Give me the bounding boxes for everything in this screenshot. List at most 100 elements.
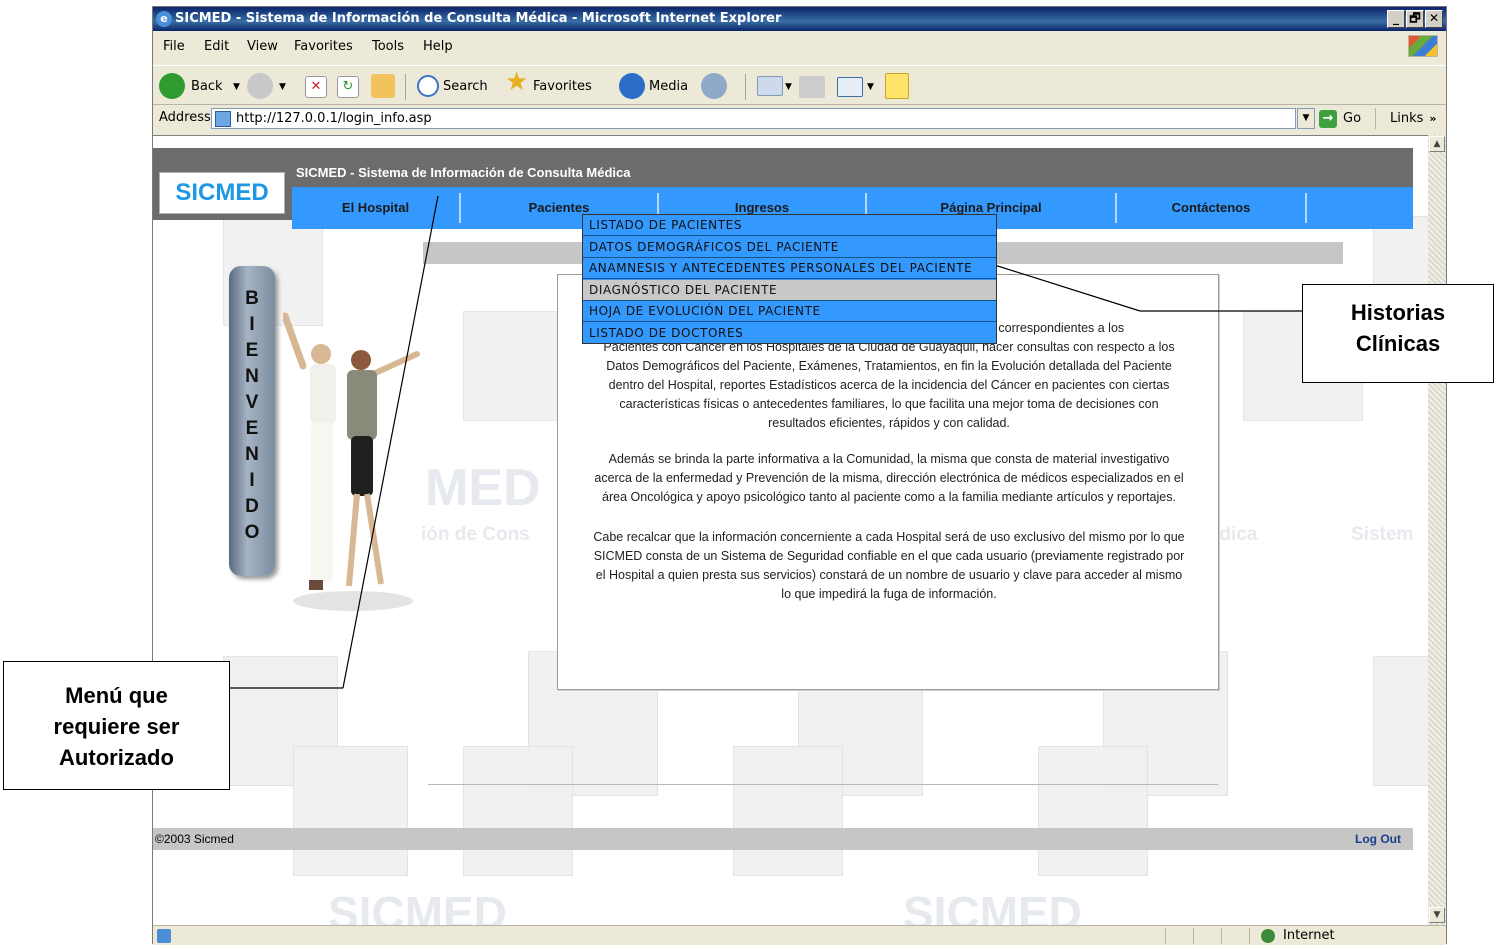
menu-autorizado-callout: Menú que requiere ser Autorizado (3, 661, 230, 790)
favorites-star-icon[interactable]: ★ (505, 69, 528, 95)
background-photo (733, 746, 843, 876)
edit-icon[interactable] (837, 77, 863, 97)
address-label: Address (159, 110, 211, 125)
go-button[interactable]: → Go (1319, 108, 1369, 129)
print-icon[interactable] (799, 76, 825, 98)
minimize-button[interactable]: _ (1387, 10, 1405, 28)
text-line: Cabe recalcar que la información concern… (593, 530, 1185, 544)
menu-item-diagnostico[interactable]: DIAGNÓSTICO DEL PACIENTE (583, 279, 996, 301)
welcome-letter: V (245, 392, 259, 413)
security-paragraph: Cabe recalcar que la información concern… (558, 528, 1220, 604)
back-arrow-icon[interactable] (159, 73, 185, 99)
background-photo (293, 746, 408, 876)
toolbar-separator (405, 74, 406, 100)
historias-clinicas-callout: Historias Clínicas (1302, 284, 1494, 383)
welcome-letter: O (244, 522, 260, 543)
forward-arrow-icon[interactable] (247, 73, 273, 99)
globe-icon (1261, 929, 1275, 943)
text-line: características físicas o antecedentes f… (619, 397, 1159, 411)
forward-dropdown-icon[interactable]: ▼ (279, 76, 286, 98)
site-header: SICMED - Sistema de Información de Consu… (153, 148, 1413, 229)
background-photo (463, 746, 573, 876)
background-photo (1373, 656, 1428, 786)
page-footer: ©2003 Sicmed Log Out (153, 828, 1413, 850)
page-status-icon (157, 929, 171, 943)
back-dropdown-icon[interactable]: ▼ (233, 76, 240, 98)
stop-icon[interactable]: ✕ (305, 76, 327, 98)
page-viewport: MED ión de Cons Médica Sistem SICMED SIC… (153, 135, 1428, 925)
text-line: el Hospital a quien presta sus servicios… (595, 568, 1183, 582)
address-dropdown-icon[interactable]: ▼ (1297, 108, 1315, 129)
maximize-button[interactable]: 🗗 (1406, 10, 1424, 28)
scroll-up-icon[interactable]: ▲ (1429, 136, 1445, 152)
welcome-letter: E (245, 340, 259, 361)
search-button[interactable]: Search (443, 76, 488, 98)
scroll-down-icon[interactable]: ▼ (1429, 907, 1445, 923)
menu-favorites[interactable]: Favorites (294, 35, 353, 59)
watermark-text: MED (425, 459, 541, 517)
menu-tools[interactable]: Tools (372, 35, 404, 59)
nav-el-hospital[interactable]: El Hospital (292, 187, 459, 229)
home-icon[interactable] (371, 74, 395, 98)
media-icon[interactable] (619, 73, 645, 99)
mail-icon[interactable] (757, 76, 783, 96)
address-input[interactable] (211, 108, 1296, 129)
text-line: SICMED consta de un Sistema de Seguridad… (593, 549, 1185, 563)
menu-item-anamnesis[interactable]: ANAMNESIS Y ANTECEDENTES PERSONALES DEL … (583, 258, 996, 279)
menu-view[interactable]: View (247, 35, 278, 59)
welcome-letter: I (249, 314, 255, 335)
copyright-text: ©2003 Sicmed (155, 832, 234, 846)
text-line: acerca de la enfermedad y Prevención de … (594, 471, 1184, 485)
callout-line: Clínicas (1355, 331, 1441, 356)
address-bar: Address ▼ → Go Links » (153, 107, 1446, 131)
menu-item-datos-demograficos[interactable]: DATOS DEMOGRÁFICOS DEL PACIENTE (583, 237, 996, 258)
community-paragraph: Además se brinda la parte informativa a … (558, 450, 1220, 507)
text-line: Además se brinda la parte informativa a … (608, 452, 1170, 466)
welcome-letter: B (245, 288, 259, 309)
status-bar: Internet (153, 925, 1446, 945)
close-button[interactable]: ✕ (1425, 10, 1443, 28)
text-line: dentro del Hospital, reportes Estadístic… (608, 378, 1170, 392)
links-label: Links (1390, 111, 1424, 126)
welcome-letter: D (245, 496, 259, 517)
status-divider (1249, 928, 1250, 944)
browser-window: e SICMED - Sistema de Información de Con… (152, 6, 1447, 945)
menu-file[interactable]: File (163, 35, 185, 59)
title-bar: e SICMED - Sistema de Información de Con… (153, 7, 1446, 31)
welcome-letter: E (245, 418, 259, 439)
watermark-text: SICMED (903, 887, 1082, 925)
history-icon[interactable] (701, 73, 727, 99)
menu-item-listado-doctores[interactable]: LISTADO DE DOCTORES (583, 323, 996, 344)
links-button[interactable]: Links » (1375, 108, 1437, 129)
callout-line: requiere ser (53, 714, 180, 739)
text-line: Datos Demográficos del Paciente, Exámene… (606, 359, 1172, 373)
pacientes-dropdown: LISTADO DE PACIENTES DATOS DEMOGRÁFICOS … (582, 214, 997, 344)
zone-label: Internet (1283, 928, 1335, 943)
menu-item-listado-pacientes[interactable]: LISTADO DE PACIENTES (583, 215, 996, 236)
callout-line: Historias (1350, 300, 1446, 325)
favorites-button[interactable]: Favorites (533, 76, 592, 98)
vertical-scrollbar[interactable]: ▲ ▼ (1428, 135, 1446, 925)
back-button[interactable]: Back (191, 76, 223, 98)
text-line: resultados eficientes, rápidos y con cal… (768, 416, 1010, 430)
page-icon (215, 111, 231, 127)
welcome-letter: I (249, 470, 255, 491)
toolbar-separator (745, 74, 746, 100)
watermark-text: Sistem (1351, 524, 1414, 545)
menu-item-hoja-evolucion[interactable]: HOJA DE EVOLUCIÓN DEL PACIENTE (583, 301, 996, 322)
refresh-icon[interactable]: ↻ (337, 76, 359, 98)
edit-dropdown-icon[interactable]: ▼ (867, 76, 874, 98)
media-button[interactable]: Media (649, 76, 688, 98)
menu-edit[interactable]: Edit (204, 35, 229, 59)
toolbar: Back ▼ ▼ ✕ ↻ Search ★ Favorites Media ▼ … (153, 65, 1446, 105)
sicmed-logo[interactable]: SICMED (159, 172, 285, 214)
background-photo (1038, 746, 1148, 876)
menu-help[interactable]: Help (423, 35, 453, 59)
search-icon[interactable] (417, 75, 439, 97)
nav-contactenos[interactable]: Contáctenos (1117, 187, 1305, 229)
messenger-icon[interactable] (885, 73, 909, 99)
go-label: Go (1343, 111, 1362, 126)
logout-link[interactable]: Log Out (1355, 828, 1401, 850)
mail-dropdown-icon[interactable]: ▼ (785, 76, 792, 98)
ie-logo-icon: e (156, 11, 172, 27)
